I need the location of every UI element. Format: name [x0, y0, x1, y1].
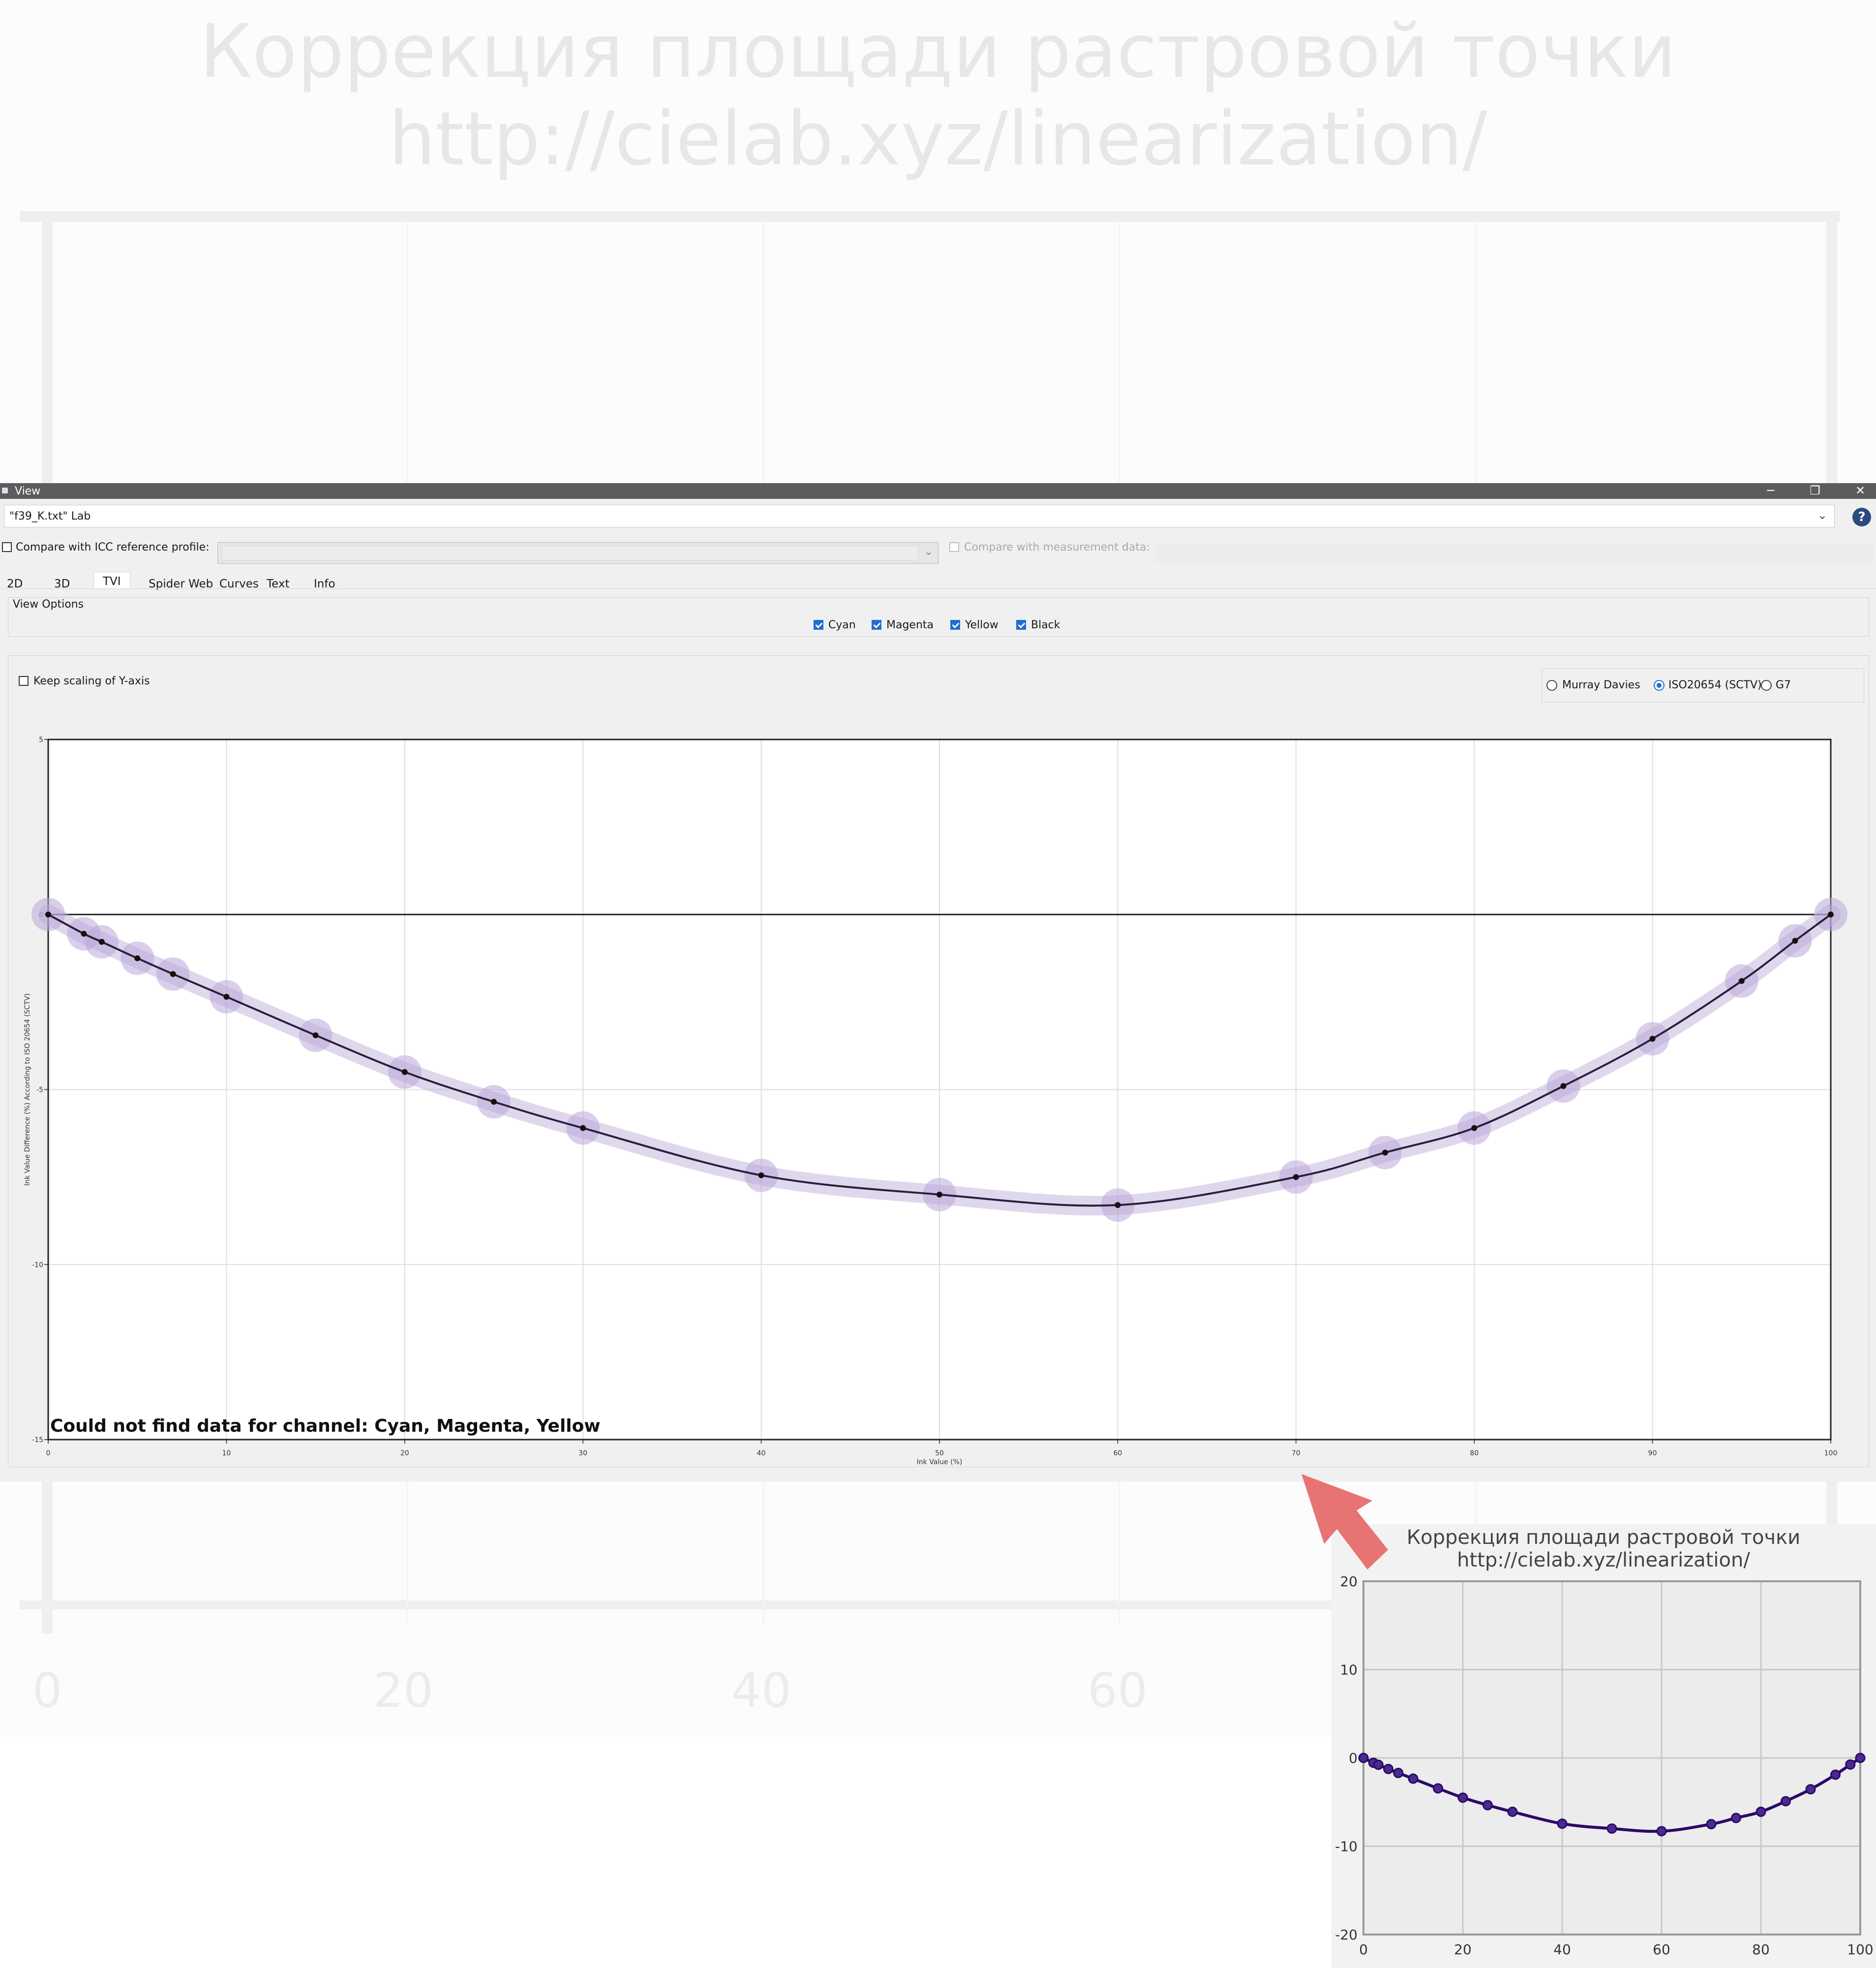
inset-title-line: http://cielab.xyz/linearization/: [1457, 1549, 1750, 1571]
x-tick-label: 90: [1648, 1449, 1657, 1457]
inset-x-tick-label: 100: [1847, 1941, 1873, 1958]
x-tick-label: 40: [757, 1449, 766, 1457]
inset-data-point: [1845, 1759, 1856, 1770]
x-tick-label: 30: [578, 1449, 587, 1457]
inset-title-line: Коррекция площади растровой точки: [1407, 1526, 1801, 1549]
black-data-point: [758, 1172, 764, 1178]
black-data-point: [1828, 911, 1834, 918]
black-data-point: [81, 930, 87, 937]
inset-x-tick-label: 80: [1752, 1941, 1770, 1958]
black-data-point: [580, 1125, 586, 1131]
y-axis-label: Ink Value Difference (%) According to IS…: [24, 993, 31, 1186]
no-data-message: Could not find data for channel: Cyan, M…: [50, 1416, 601, 1436]
black-data-point: [98, 939, 105, 945]
x-tick-label: 0: [46, 1449, 51, 1457]
x-tick-label: 80: [1470, 1449, 1479, 1457]
inset-x-tick-label: 0: [1359, 1941, 1368, 1958]
inset-data-point: [1383, 1763, 1393, 1774]
y-tick-label: -5: [36, 1086, 43, 1094]
inset-data-point: [1457, 1792, 1468, 1803]
inset-x-tick-label: 60: [1653, 1941, 1670, 1958]
tvi-chart: 010203040506070809010050-5-10-15Ink Valu…: [24, 736, 1876, 1968]
inset-data-point: [1408, 1773, 1419, 1784]
inset-data-point: [1483, 1800, 1493, 1811]
arrow-icon: [1301, 1474, 1388, 1569]
black-data-point: [1649, 1036, 1656, 1042]
black-data-point: [1738, 978, 1745, 984]
inset-data-point: [1781, 1796, 1791, 1807]
x-tick-label: 100: [1824, 1449, 1838, 1457]
black-data-point: [1382, 1149, 1388, 1156]
y-tick-label: 5: [39, 736, 43, 744]
black-data-point: [312, 1032, 319, 1039]
inset-data-point: [1557, 1818, 1568, 1829]
inset-x-tick-label: 40: [1553, 1941, 1571, 1958]
inset-data-point: [1755, 1806, 1766, 1817]
inset-data-point: [1606, 1823, 1617, 1834]
inset-data-point: [1433, 1783, 1443, 1794]
black-data-point: [45, 911, 51, 918]
inset-x-tick-label: 20: [1454, 1941, 1472, 1958]
black-data-point: [1293, 1174, 1299, 1180]
black-data-point: [134, 955, 141, 961]
inset-data-point: [1373, 1759, 1384, 1770]
y-tick-label: -10: [32, 1261, 43, 1269]
black-data-point: [491, 1099, 497, 1105]
black-data-point: [170, 971, 176, 977]
x-tick-label: 60: [1113, 1449, 1122, 1457]
inset-data-point: [1706, 1819, 1717, 1830]
inset-data-point: [1731, 1813, 1741, 1823]
inset-y-tick-label: 0: [1349, 1750, 1358, 1766]
black-data-point: [401, 1069, 408, 1075]
black-data-point: [1560, 1083, 1567, 1089]
inset-data-point: [1805, 1784, 1816, 1795]
x-tick-label: 10: [222, 1449, 231, 1457]
inset-data-point: [1830, 1769, 1841, 1780]
inset-y-tick-label: -10: [1335, 1839, 1358, 1855]
inset-data-point: [1358, 1753, 1369, 1763]
black-data-point: [1115, 1202, 1121, 1208]
inset-y-tick-label: 10: [1340, 1662, 1358, 1678]
y-tick-label: -15: [32, 1436, 43, 1444]
inset-data-point: [1507, 1806, 1518, 1817]
inset-data-point: [1656, 1826, 1667, 1837]
black-data-point: [223, 993, 230, 1000]
x-axis-label: Ink Value (%): [917, 1458, 963, 1466]
x-tick-label: 50: [935, 1449, 944, 1457]
inset-data-point: [1393, 1768, 1404, 1779]
x-tick-label: 20: [400, 1449, 409, 1457]
inset-y-tick-label: -20: [1335, 1927, 1358, 1943]
black-data-point: [1471, 1125, 1478, 1131]
black-data-point: [937, 1191, 942, 1198]
inset-data-point: [1855, 1753, 1866, 1763]
black-data-point: [1792, 938, 1798, 944]
x-tick-label: 70: [1292, 1449, 1301, 1457]
